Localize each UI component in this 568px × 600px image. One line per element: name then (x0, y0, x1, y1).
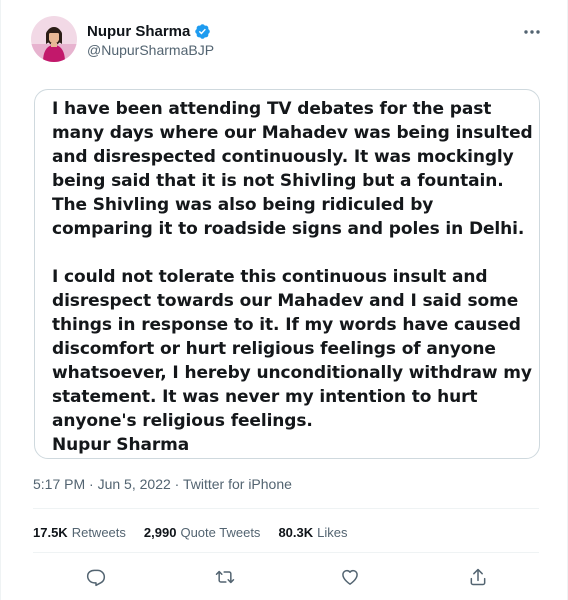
avatar[interactable] (31, 16, 77, 62)
like-button[interactable] (333, 560, 367, 594)
more-options-button[interactable] (519, 22, 545, 42)
author-handle[interactable]: @NupurSharmaBJP (87, 42, 214, 58)
avatar-image (31, 16, 77, 62)
quote-tweets-count: 2,990 (143, 525, 177, 540)
reply-button[interactable] (79, 560, 113, 594)
retweets-label: Retweets (71, 525, 126, 540)
tweet-actions (33, 560, 539, 594)
likes-count: 80.3K (278, 525, 314, 540)
likes-label: Likes (317, 525, 348, 540)
divider-bottom (33, 552, 539, 553)
tweet-meta: 5:17 PM · Jun 5, 2022 · Twitter for iPho… (33, 476, 292, 492)
share-button[interactable] (461, 560, 495, 594)
divider-top (33, 508, 539, 509)
more-dots-icon (524, 30, 540, 34)
statement-paragraph-1: I have been attending TV debates for the… (52, 99, 533, 239)
meta-separator-2: · (174, 476, 183, 492)
author-name-text: Nupur Sharma (87, 23, 191, 40)
retweets-stat[interactable]: 17.5K Retweets (33, 525, 126, 540)
tweet-date[interactable]: Jun 5, 2022 (98, 476, 171, 492)
verified-badge-icon (194, 23, 211, 40)
tweet-image[interactable]: I have been attending TV debates for the… (34, 89, 540, 459)
quote-tweets-stat[interactable]: 2,990 Quote Tweets (144, 525, 261, 540)
statement-text: I have been attending TV debates for the… (52, 97, 534, 457)
retweets-count: 17.5K (33, 525, 68, 540)
reply-icon (86, 569, 106, 587)
share-icon (470, 568, 486, 586)
statement-signature: Nupur Sharma (52, 435, 190, 455)
tweet-stats: 17.5K Retweets 2,990 Quote Tweets 80.3K Lik… (33, 525, 348, 540)
tweet-source[interactable]: Twitter for iPhone (183, 476, 292, 492)
tweet-time[interactable]: 5:17 PM (33, 476, 85, 492)
retweet-button[interactable] (208, 560, 242, 594)
quote-tweets-label: Quote Tweets (180, 525, 261, 540)
tweet: Nupur Sharma @NupurSharmaBJP I have been… (0, 0, 568, 600)
retweet-icon (215, 570, 235, 584)
meta-separator: · (89, 476, 98, 492)
heart-icon (342, 569, 358, 585)
statement-paragraph-2: I could not tolerate this continuous ins… (52, 267, 532, 431)
author-name[interactable]: Nupur Sharma (87, 23, 211, 40)
likes-stat[interactable]: 80.3K Likes (278, 525, 347, 540)
